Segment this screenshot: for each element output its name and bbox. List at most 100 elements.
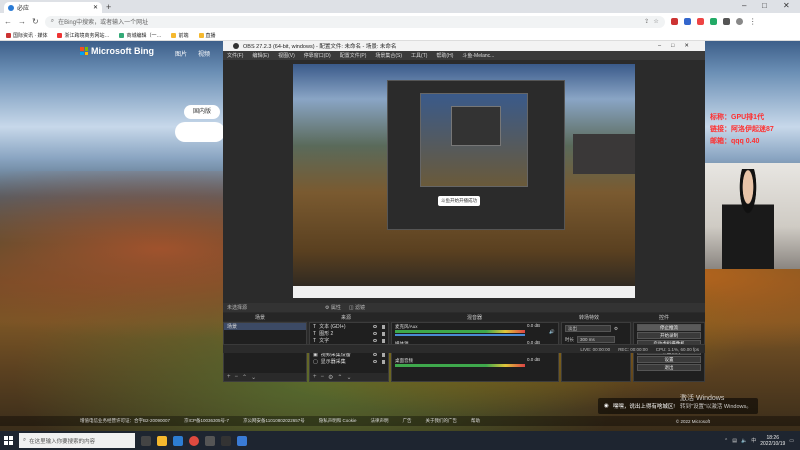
bing-nav-images[interactable]: 图片 — [175, 49, 187, 58]
remove-icon[interactable]: − — [235, 374, 239, 380]
address-bar[interactable]: ⌕ 在Bing中搜索，或者输入一个网址 ⇪ ☆ — [44, 15, 665, 28]
windows-taskbar: ⌕ 在这里输入你要搜索的内容 ⌃ ▤ 🔈 中 18:26 2022/10/19 … — [0, 431, 800, 450]
bing-search-box[interactable] — [175, 122, 225, 142]
source-item[interactable]: T 文本 (GDI+) — [310, 323, 388, 330]
profile-icon[interactable] — [735, 18, 743, 25]
menu-help[interactable]: 帮助(H) — [436, 52, 453, 59]
exit-button[interactable]: 退出 — [637, 364, 701, 371]
clock[interactable]: 18:26 2022/10/19 — [760, 435, 785, 447]
visibility-icon[interactable] — [373, 325, 377, 328]
menu-edit[interactable]: 编辑(E) — [252, 52, 269, 59]
bookmark-folder[interactable]: 直播 — [198, 32, 216, 39]
obs-window-controls[interactable]: –□✕ — [658, 43, 705, 49]
menu-icon[interactable]: ⋮ — [749, 17, 757, 26]
lock-icon[interactable] — [382, 338, 385, 343]
properties-button[interactable]: ⚙ 属性 — [325, 304, 341, 311]
dock-titles: 场景 来源 混音器 转场特效 控件 — [223, 313, 705, 321]
notification-icon[interactable]: ▭ — [789, 438, 794, 444]
bookmark-item[interactable]: 浙江跨境商务网站… — [57, 32, 109, 39]
bookmark-item[interactable]: 国际资讯 · 媒体 — [6, 32, 47, 39]
tab-close-icon[interactable]: ✕ — [93, 4, 98, 11]
volume-icon[interactable]: 🔈 — [741, 438, 747, 444]
language-indicator[interactable]: 中 — [751, 437, 756, 444]
remove-icon[interactable]: − — [321, 374, 325, 380]
network-icon[interactable]: ▤ — [732, 438, 737, 444]
lock-icon[interactable] — [382, 352, 385, 357]
obs-menu-bar: 文件(F) 编辑(E) 视图(V) 停靠窗口(D) 配置文件(P) 场景集合(S… — [223, 51, 705, 60]
visibility-icon[interactable] — [373, 332, 377, 335]
bookmark-star-icon[interactable]: ☆ — [653, 18, 658, 25]
start-recording-button[interactable]: 开始录制 — [637, 332, 701, 339]
taskbar-search[interactable]: ⌕ 在这里输入你要搜索的内容 — [19, 433, 135, 448]
app-icon[interactable] — [205, 435, 215, 446]
puzzle-icon[interactable] — [722, 18, 730, 25]
filters-button[interactable]: ◫ 滤镜 — [349, 304, 365, 311]
task-view-icon[interactable] — [141, 435, 151, 446]
tray-arrow-icon[interactable]: ⌃ — [724, 438, 728, 444]
forward-icon[interactable]: → — [18, 17, 26, 26]
bookmark-item[interactable]: 商城编辑（一… — [119, 32, 161, 39]
share-icon[interactable]: ⇪ — [644, 18, 649, 25]
scene-item[interactable]: 场景 — [224, 323, 306, 330]
search-icon: ⌕ — [50, 18, 55, 24]
bing-nav-video[interactable]: 视频 — [198, 49, 210, 58]
menu-docks[interactable]: 停靠窗口(D) — [304, 52, 331, 59]
bookmark-icon — [6, 32, 11, 38]
lock-icon[interactable] — [382, 359, 385, 364]
transition-select[interactable]: 淡出 — [565, 325, 611, 332]
bing-logo[interactable]: Microsoft Bing — [80, 46, 154, 56]
duration-input[interactable]: 300 ms — [577, 336, 615, 343]
lock-icon[interactable] — [382, 324, 385, 329]
obs-preview[interactable]: 斗鱼开始开播成功 — [293, 64, 635, 298]
extension-icon[interactable] — [696, 18, 704, 25]
menu-tools[interactable]: 工具(T) — [411, 52, 427, 59]
file-explorer-icon[interactable] — [157, 435, 167, 446]
close-button[interactable]: ✕ — [783, 1, 790, 10]
obs-icon[interactable] — [221, 435, 231, 446]
new-tab-button[interactable]: + — [106, 2, 111, 12]
windows-start-icon[interactable] — [4, 436, 13, 445]
shield-icon[interactable] — [709, 18, 717, 25]
back-icon[interactable]: ← — [4, 17, 12, 26]
bing-favicon-icon — [8, 4, 14, 11]
extension-icon[interactable] — [670, 18, 678, 25]
reload-icon[interactable]: ↻ — [32, 17, 39, 26]
speaker-icon[interactable]: 🔊 — [549, 329, 555, 335]
chrome-icon[interactable] — [189, 435, 199, 446]
extension-icon[interactable] — [683, 18, 691, 25]
menu-view[interactable]: 视图(V) — [278, 52, 295, 59]
app-icon[interactable] — [237, 435, 247, 446]
source-item[interactable]: T 文字 — [310, 337, 388, 344]
lock-icon[interactable] — [382, 331, 385, 336]
gear-icon[interactable]: ⚙ — [614, 326, 618, 332]
gear-icon[interactable]: ⚙ — [328, 374, 333, 381]
source-item[interactable]: ▢ 显示器采集 — [310, 358, 388, 365]
stop-streaming-button[interactable]: 停止推流 — [637, 324, 701, 331]
browser-tab[interactable]: 必应 ✕ — [4, 2, 102, 13]
maximize-button[interactable]: □ — [762, 1, 767, 10]
settings-button[interactable]: 设置 — [637, 356, 701, 363]
move-up-icon[interactable]: ⌃ — [242, 374, 247, 381]
menu-scene-collection[interactable]: 场景集合(S) — [375, 52, 402, 59]
bing-domestic-tab[interactable]: 国内版 — [184, 105, 220, 119]
visibility-icon[interactable] — [373, 339, 377, 342]
edge-icon[interactable] — [173, 435, 183, 446]
menu-profile[interactable]: 配置文件(P) — [340, 52, 367, 59]
add-icon[interactable]: + — [227, 374, 231, 380]
volume-slider[interactable] — [395, 334, 525, 336]
add-icon[interactable]: + — [313, 374, 317, 380]
obs-logo-icon — [233, 43, 239, 49]
bing-footer: 增值电信业务经营许可证：合字B2-20090007 京ICP备10036305号… — [0, 416, 800, 426]
bookmark-folder[interactable]: 前端 — [171, 32, 189, 39]
visibility-icon[interactable] — [373, 360, 377, 363]
minimize-button[interactable]: – — [742, 1, 746, 10]
move-down-icon[interactable]: ⌄ — [251, 374, 256, 381]
menu-douyu[interactable]: 斗鱼-Melanc... — [462, 52, 494, 59]
move-down-icon[interactable]: ⌄ — [346, 374, 351, 381]
visibility-icon[interactable] — [373, 353, 377, 356]
move-up-icon[interactable]: ⌃ — [337, 374, 342, 381]
source-item[interactable]: T 图形 2 — [310, 330, 388, 337]
rec-status: REC: 00:00:00 — [618, 346, 648, 352]
text-source-icon: T — [313, 323, 317, 330]
menu-file[interactable]: 文件(F) — [227, 52, 243, 59]
